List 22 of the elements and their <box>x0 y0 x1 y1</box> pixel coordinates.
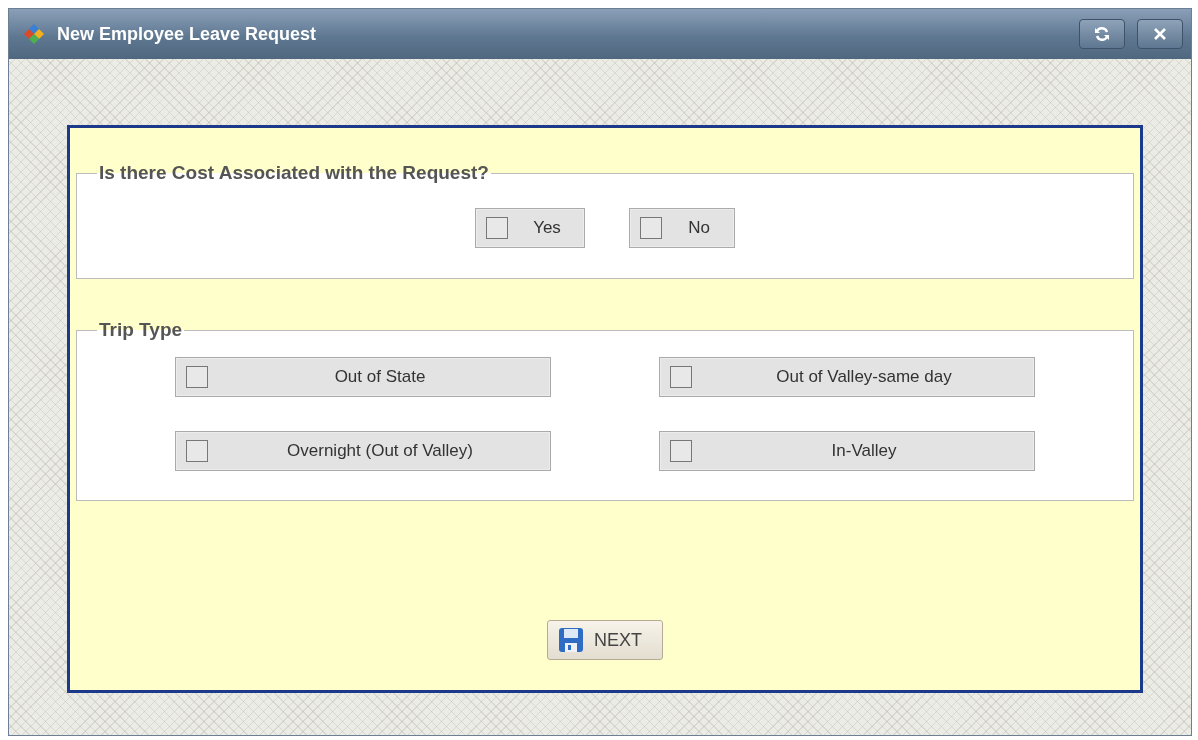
option-toggle[interactable]: Overnight (Out of Valley) <box>175 431 551 471</box>
checkbox[interactable] <box>186 440 208 462</box>
checkbox[interactable] <box>186 366 208 388</box>
window-title: New Employee Leave Request <box>57 23 318 45</box>
option-toggle[interactable]: Out of State <box>175 357 551 397</box>
section-title: Trip Type <box>98 319 184 341</box>
option-toggle[interactable]: In-Valley <box>659 431 1035 471</box>
checkbox[interactable] <box>486 217 508 239</box>
checkbox[interactable] <box>670 366 692 388</box>
save-icon <box>558 627 584 653</box>
section-title: Is there Cost Associated with the Request? <box>98 162 490 184</box>
option-toggle[interactable]: Yes <box>475 208 585 248</box>
option-toggle[interactable]: Out of Valley-same day <box>659 357 1035 397</box>
close-button[interactable] <box>1137 19 1183 49</box>
refresh-icon <box>1094 26 1110 42</box>
option-toggle[interactable]: No <box>629 208 735 248</box>
next-button[interactable]: NEXT <box>547 620 663 660</box>
checkbox[interactable] <box>640 217 662 239</box>
app-logo-icon <box>23 23 45 45</box>
refresh-button[interactable] <box>1079 19 1125 49</box>
checkbox[interactable] <box>670 440 692 462</box>
close-icon <box>1153 27 1167 41</box>
